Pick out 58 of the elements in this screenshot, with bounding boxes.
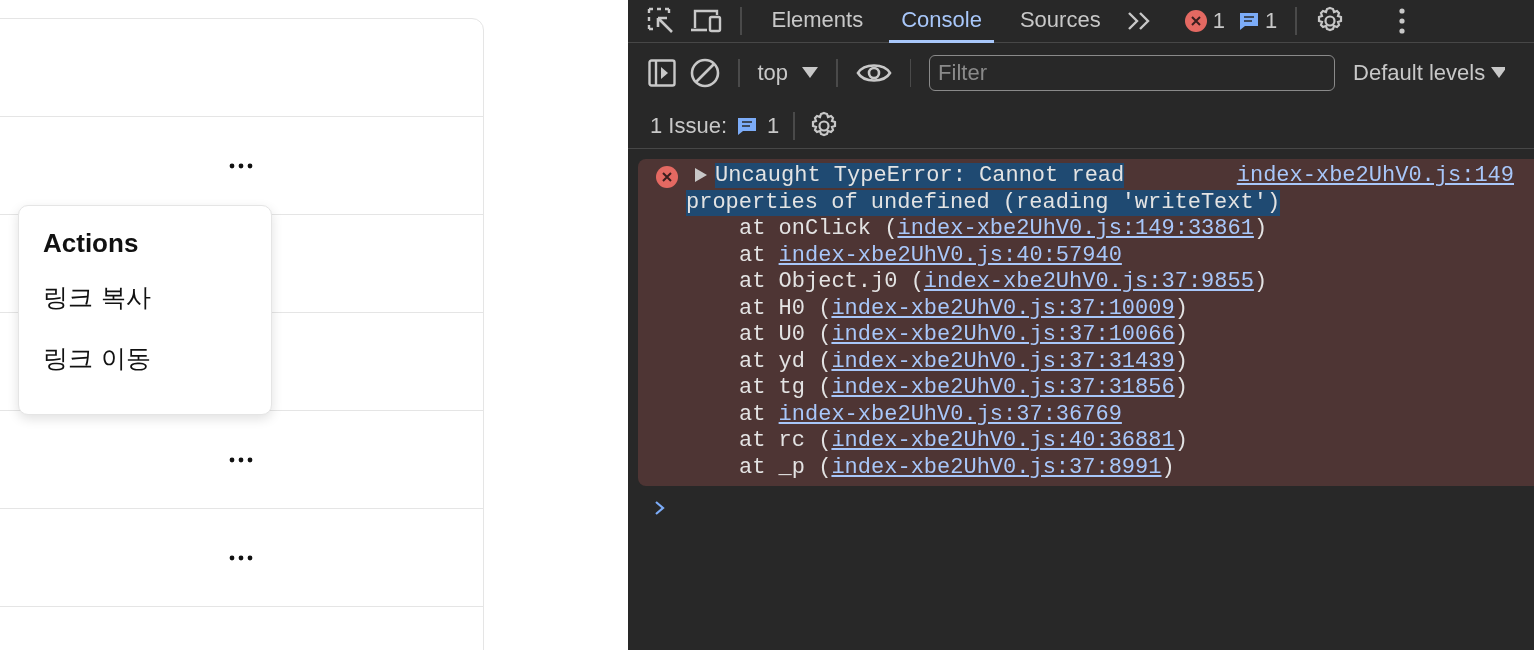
stack-frame-link[interactable]: index-xbe2UhV0.js:37:8991 [831, 454, 1162, 480]
eye-icon[interactable] [855, 61, 892, 85]
stack-frame-text: at Object.j0 ( [739, 269, 924, 294]
context-dropdown[interactable]: top [757, 60, 819, 86]
error-message: properties of undefined (reading 'writeText') [686, 189, 1281, 216]
devtools-tab[interactable]: Elements [759, 0, 876, 43]
sidebar-icon[interactable] [648, 59, 676, 87]
stack-frame-text: at tg ( [739, 375, 832, 400]
issues-count: 1 [767, 112, 780, 139]
levels-dropdown[interactable]: Default levels [1353, 60, 1506, 86]
stack-frame-text: ) [1253, 216, 1268, 241]
more-options-icon[interactable] [1398, 8, 1405, 34]
stack-frame-link[interactable]: index-xbe2UhV0.js:40:57940 [778, 242, 1122, 268]
stack-frame-text: ) [1174, 295, 1188, 321]
menu-item[interactable]: 링크 이동 [43, 342, 247, 375]
caret-icon [1491, 67, 1506, 79]
stack-frame-link[interactable]: index-xbe2UhV0.js:37:10066 [831, 322, 1175, 347]
stack-frame-text: at [739, 242, 767, 268]
stack-frame-text: ) [1161, 454, 1175, 480]
menu-item[interactable]: 링크 복사 [43, 281, 247, 314]
stack-frame-link[interactable]: index-xbe2UhV0.js:37:31439 [831, 348, 1175, 374]
expand-icon[interactable] [695, 168, 707, 182]
stack-frame-link[interactable]: index-xbe2UhV0.js:37:31856 [831, 375, 1175, 400]
filter-field[interactable]: Filter [929, 55, 1336, 91]
error-icon[interactable] [1184, 10, 1207, 32]
stack-frame-link[interactable]: index-xbe2UhV0.js:37:10009 [831, 295, 1175, 321]
stack-frame-text: ) [1253, 269, 1268, 294]
issue-count: 1 [1264, 8, 1278, 34]
device-icon[interactable] [690, 8, 722, 34]
stack-frame-link[interactable]: index-xbe2UhV0.js:40:36881 [831, 428, 1175, 453]
message-icon[interactable] [1238, 11, 1259, 31]
stack-frame-text: ) [1174, 375, 1188, 400]
menu-title: Actions [43, 228, 140, 259]
caret-icon [802, 67, 819, 79]
error-count: 1 [1212, 8, 1225, 34]
issues-label: 1 Issue: [650, 112, 728, 139]
stack-frame-text: at U0 ( [739, 322, 832, 347]
stack-frame-text: at [739, 401, 767, 427]
source-link[interactable]: index-xbe2UhV0.js:149 [1236, 163, 1514, 190]
devtools-tab[interactable]: Sources [1007, 0, 1113, 43]
stack-frame-text: at onClick ( [739, 216, 898, 241]
error-icon [656, 166, 678, 188]
stack-frame-text: at H0 ( [739, 295, 832, 321]
stack-frame-link[interactable]: index-xbe2UhV0.js:149:33861 [897, 216, 1254, 241]
stack-frame-text: ) [1174, 428, 1188, 453]
stack-frame-text: ) [1174, 322, 1188, 347]
clear-icon[interactable] [690, 58, 720, 88]
stack-frame-text: at yd ( [739, 348, 832, 374]
devtools-tab[interactable]: Console [889, 0, 994, 43]
prompt-icon[interactable] [654, 500, 666, 516]
stack-frame-link[interactable]: index-xbe2UhV0.js:37:9855 [923, 269, 1254, 294]
stack-frame-text: at _p ( [739, 454, 832, 480]
stack-frame-text: at rc ( [739, 428, 832, 453]
stack-frame-text: ) [1174, 348, 1188, 374]
error-message: Uncaught TypeError: Cannot read [715, 163, 1125, 188]
chevrons-icon[interactable] [1126, 11, 1151, 31]
message-icon[interactable] [737, 115, 758, 136]
stack-frame-link[interactable]: index-xbe2UhV0.js:37:36769 [778, 401, 1122, 427]
